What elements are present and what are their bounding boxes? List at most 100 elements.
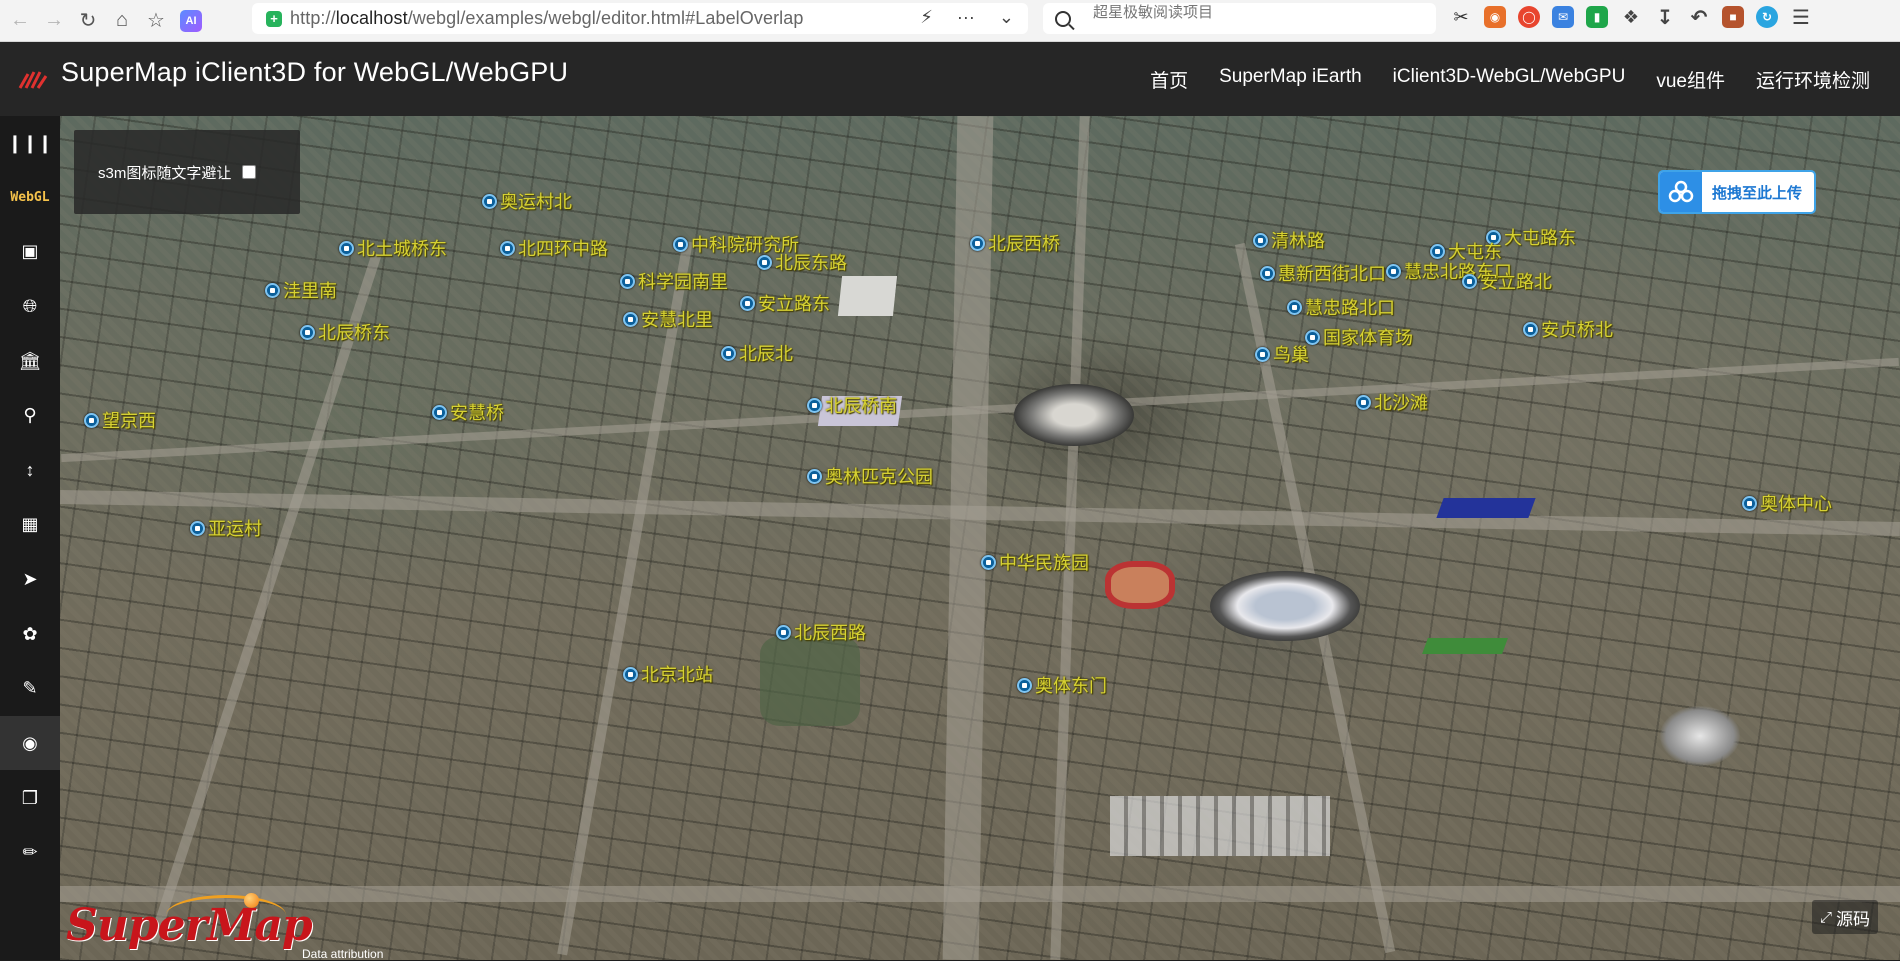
poi-marker[interactable]: 奥体中心: [1742, 490, 1832, 516]
poi-marker[interactable]: 北土城桥东: [339, 235, 447, 261]
poi-label: 鸟巢: [1273, 345, 1309, 366]
ai-assistant-icon[interactable]: AI: [180, 9, 202, 32]
home-icon[interactable]: ⌂: [108, 7, 136, 35]
poi-marker[interactable]: 北辰东路: [757, 249, 847, 275]
bookmark-star-icon[interactable]: ☆: [142, 7, 170, 35]
poi-marker[interactable]: 北四环中路: [500, 235, 608, 261]
park: [760, 636, 860, 726]
undo-icon[interactable]: ↶: [1688, 6, 1710, 29]
cube-icon[interactable]: ❐: [0, 771, 60, 825]
download-icon[interactable]: ↧: [1654, 6, 1676, 29]
poi-marker[interactable]: 鸟巢: [1255, 341, 1309, 367]
poi-pin-icon: [190, 520, 205, 536]
url-text[interactable]: http://localhost/webgl/examples/webgl/ed…: [290, 8, 804, 29]
forward-icon[interactable]: →: [40, 7, 68, 35]
poi-marker[interactable]: 北辰北: [721, 340, 793, 366]
poi-pin-icon: [1430, 243, 1445, 259]
upload-dropzone-button[interactable]: 拖拽至此上传: [1658, 170, 1816, 214]
poi-marker[interactable]: 安慧北里: [623, 306, 713, 332]
poi-label: 大屯路东: [1504, 228, 1576, 249]
game-icon[interactable]: ◉: [1484, 6, 1506, 28]
poi-label: 惠新西街北口: [1278, 264, 1386, 285]
poi-marker[interactable]: 惠新西街北口: [1260, 260, 1386, 286]
poi-marker[interactable]: 北辰桥东: [300, 319, 390, 345]
poi-pin-icon: [300, 324, 315, 340]
poi-label: 奥体中心: [1760, 494, 1832, 515]
eye-icon[interactable]: ◉: [0, 716, 60, 770]
poi-marker[interactable]: 安立路东: [740, 290, 830, 316]
data-attribution-link[interactable]: Data attribution: [302, 947, 383, 961]
cloud-upload-icon: [1660, 172, 1702, 212]
nav-vue-components[interactable]: vue组件: [1656, 66, 1725, 93]
search-icon: [1055, 10, 1071, 27]
nav-iclient3d[interactable]: iClient3D-WebGL/WebGPU: [1393, 66, 1626, 93]
poi-marker[interactable]: 北沙滩: [1356, 389, 1428, 415]
dome-building: [1660, 706, 1740, 766]
building-roof: [837, 276, 898, 316]
poi-marker[interactable]: 安贞桥北: [1523, 316, 1613, 342]
poi-marker[interactable]: 安立路北: [1462, 268, 1552, 294]
menu-icon[interactable]: ❙❙❙: [0, 116, 60, 170]
poi-label: 奥运村北: [500, 192, 572, 213]
lightning-icon[interactable]: ⚡: [920, 7, 933, 28]
poi-marker[interactable]: 北京北站: [623, 661, 713, 687]
chevron-down-icon[interactable]: ⌄: [999, 7, 1014, 28]
map-viewport[interactable]: 奥运村北 北土城桥东 北四环中路 洼里南 清林路 中科院研究所 北辰西桥 北辰东…: [60, 116, 1900, 960]
scissors-icon[interactable]: ✂: [1450, 6, 1472, 28]
bag-icon[interactable]: ■: [1722, 6, 1744, 28]
poi-pin-icon: [1287, 299, 1302, 315]
height-icon[interactable]: ↕: [0, 443, 60, 497]
expand-icon: ⤢: [1820, 908, 1833, 926]
poi-label: 北辰桥东: [318, 323, 390, 344]
poi-marker[interactable]: 清林路: [1253, 227, 1325, 253]
pencil-icon[interactable]: ✏: [0, 825, 60, 879]
mail-icon[interactable]: ✉: [1552, 6, 1574, 28]
nav-env-check[interactable]: 运行环境检测: [1756, 66, 1870, 93]
address-bar[interactable]: + http://localhost/webgl/examples/webgl/…: [252, 3, 1028, 34]
poi-marker[interactable]: 慧忠路北口: [1287, 294, 1395, 320]
extension-icons: ✂ ◉ ◯ ✉ ▮ ❖ ↧ ↶ ■ ↻ ☰: [1450, 6, 1812, 29]
poi-marker[interactable]: 科学园南里: [620, 268, 728, 294]
bookmark-icon[interactable]: ▮: [1586, 6, 1608, 28]
globe-icon[interactable]: 🌐︎: [0, 279, 60, 333]
poi-marker[interactable]: 北辰桥南: [807, 392, 897, 418]
bank-icon[interactable]: 🏛︎: [0, 334, 60, 388]
back-icon[interactable]: ←: [6, 7, 34, 35]
layer-icon[interactable]: ▣: [0, 224, 60, 278]
poi-marker[interactable]: 安慧桥: [432, 399, 504, 425]
weibo-icon[interactable]: ◯: [1518, 6, 1540, 28]
parking-lot: [1110, 796, 1330, 856]
top-nav: 首页 SuperMap iEarth iClient3D-WebGL/WebGP…: [1150, 66, 1870, 93]
reload-icon[interactable]: ↻: [74, 7, 102, 35]
send-icon[interactable]: ➤: [0, 552, 60, 606]
poi-marker[interactable]: 奥运村北: [482, 188, 572, 214]
poi-marker[interactable]: 中华民族园: [981, 549, 1089, 575]
poi-marker[interactable]: 北辰西桥: [970, 230, 1060, 256]
poi-pin-icon: [757, 254, 772, 270]
supermap-brand-logo: SuperMap: [66, 900, 313, 951]
poi-marker[interactable]: 北辰西路: [776, 619, 866, 645]
nav-iearth[interactable]: SuperMap iEarth: [1219, 66, 1362, 93]
poi-marker[interactable]: 国家体育场: [1305, 324, 1413, 350]
map-icon[interactable]: ▦: [0, 497, 60, 551]
poi-marker[interactable]: 望京西: [84, 407, 156, 433]
poi-marker[interactable]: 洼里南: [265, 277, 337, 303]
edit-icon[interactable]: ✎: [0, 661, 60, 715]
poi-marker[interactable]: 亚运村: [190, 515, 262, 541]
sync-icon[interactable]: ↻: [1756, 6, 1778, 28]
label-avoidance-checkbox[interactable]: [242, 165, 257, 179]
nav-home[interactable]: 首页: [1150, 66, 1188, 93]
poi-marker[interactable]: 奥林匹克公园: [807, 463, 933, 489]
more-icon[interactable]: ···: [957, 7, 975, 28]
poi-marker[interactable]: 奥体东门: [1017, 672, 1107, 698]
cluster-icon[interactable]: ✿: [0, 607, 60, 661]
poi-label: 北辰桥南: [825, 396, 897, 417]
source-code-button[interactable]: ⤢ 源码: [1812, 900, 1879, 934]
poi-pin-icon: [1462, 273, 1477, 289]
puzzle-icon[interactable]: ❖: [1620, 6, 1642, 28]
search-icon[interactable]: ⚲: [0, 388, 60, 442]
menu-icon[interactable]: ☰: [1790, 6, 1812, 29]
poi-pin-icon: [1356, 394, 1371, 410]
sidebar: ❙❙❙ WebGL ▣ 🌐︎ 🏛︎ ⚲ ↕ ▦ ➤ ✿ ✎ ◉ ❐ ✏: [0, 116, 60, 960]
browser-search-input[interactable]: 超星极敏阅读项目: [1043, 3, 1436, 34]
